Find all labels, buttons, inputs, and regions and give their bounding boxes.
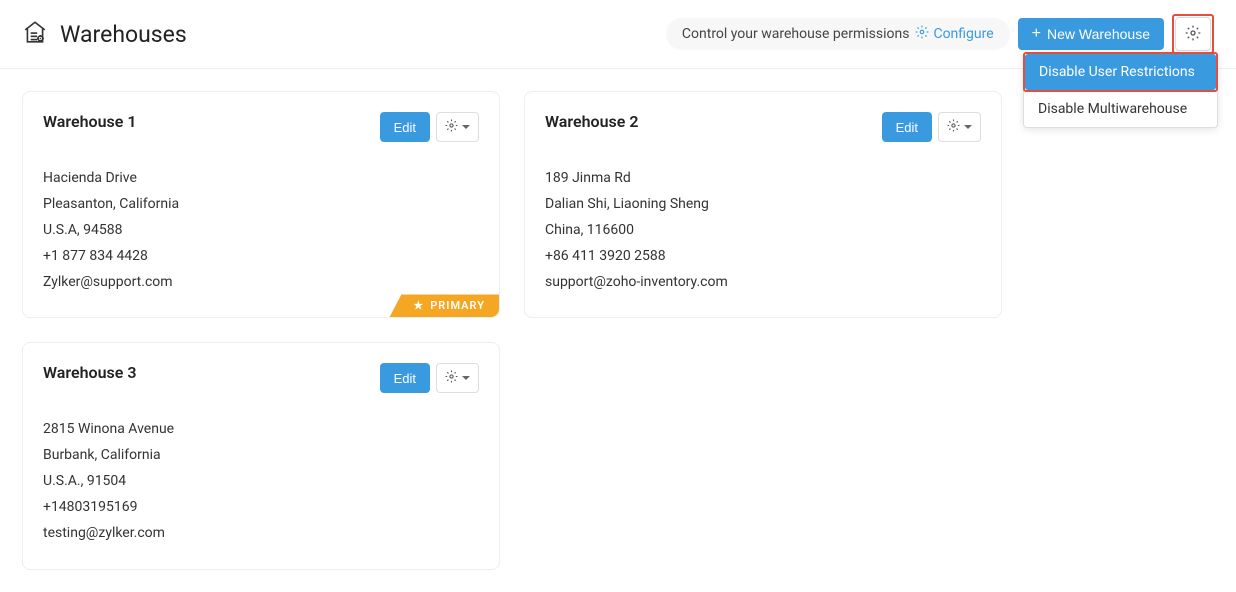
warehouse-email: support@zoho-inventory.com <box>545 270 981 296</box>
warehouse-phone: +14803195169 <box>43 495 479 521</box>
star-icon: ★ <box>413 299 424 312</box>
header-left: Warehouses <box>22 19 187 49</box>
warehouse-street: 2815 Winona Avenue <box>43 417 479 443</box>
gear-icon <box>445 370 458 386</box>
new-warehouse-button[interactable]: + New Warehouse <box>1018 18 1164 50</box>
warehouse-country: China, 116600 <box>545 218 981 244</box>
gear-icon <box>1185 25 1201 44</box>
warehouse-name: Warehouse 2 <box>545 112 638 131</box>
edit-button[interactable]: Edit <box>882 112 932 142</box>
warehouse-street: Hacienda Drive <box>43 166 479 192</box>
warehouse-icon <box>22 19 48 49</box>
warehouse-phone: +86 411 3920 2588 <box>545 244 981 270</box>
warehouse-city: Dalian Shi, Liaoning Sheng <box>545 192 981 218</box>
more-button[interactable] <box>436 112 479 142</box>
card-header: Warehouse 3 Edit <box>43 363 479 393</box>
warehouse-email: Zylker@support.com <box>43 270 479 296</box>
warehouse-country: U.S.A., 91504 <box>43 469 479 495</box>
plus-icon: + <box>1032 26 1041 42</box>
warehouse-name: Warehouse 3 <box>43 363 136 382</box>
warehouse-country: U.S.A, 94588 <box>43 218 479 244</box>
permissions-text: Control your warehouse permissions <box>682 26 910 42</box>
page-header: Warehouses Control your warehouse permis… <box>0 0 1236 69</box>
settings-dropdown: Disable User Restrictions Disable Multiw… <box>1023 52 1218 128</box>
chevron-down-icon <box>964 125 972 129</box>
warehouse-card: Warehouse 2 Edit 189 Jinma Rd Dalian Shi… <box>524 91 1002 318</box>
card-actions: Edit <box>380 363 479 393</box>
warehouse-street: 189 Jinma Rd <box>545 166 981 192</box>
warehouse-email: testing@zylker.com <box>43 521 479 547</box>
card-actions: Edit <box>380 112 479 142</box>
card-actions: Edit <box>882 112 981 142</box>
header-right: Control your warehouse permissions Confi… <box>666 14 1214 54</box>
gear-icon <box>915 25 929 43</box>
configure-link[interactable]: Configure <box>915 25 993 43</box>
content-area: Warehouse 1 Edit Hacienda Drive Pleasant… <box>0 69 1236 592</box>
warehouse-phone: +1 877 834 4428 <box>43 244 479 270</box>
configure-label: Configure <box>933 26 993 42</box>
more-button[interactable] <box>436 363 479 393</box>
card-body: 2815 Winona Avenue Burbank, California U… <box>43 417 479 546</box>
edit-button[interactable]: Edit <box>380 112 430 142</box>
disable-multiwarehouse-item[interactable]: Disable Multiwarehouse <box>1024 91 1217 127</box>
settings-button[interactable] <box>1175 17 1211 51</box>
more-button[interactable] <box>938 112 981 142</box>
chevron-down-icon <box>462 376 470 380</box>
edit-button[interactable]: Edit <box>380 363 430 393</box>
card-body: Hacienda Drive Pleasanton, California U.… <box>43 166 479 295</box>
chevron-down-icon <box>462 125 470 129</box>
warehouse-city: Burbank, California <box>43 443 479 469</box>
gear-icon <box>947 119 960 135</box>
warehouse-card: Warehouse 3 Edit 2815 Winona Avenue Burb… <box>22 342 500 569</box>
primary-label: PRIMARY <box>430 299 485 312</box>
disable-user-restrictions-item[interactable]: Disable User Restrictions <box>1025 54 1216 90</box>
permissions-bar: Control your warehouse permissions Confi… <box>666 18 1010 50</box>
warehouse-card: Warehouse 1 Edit Hacienda Drive Pleasant… <box>22 91 500 318</box>
page-title: Warehouses <box>60 21 187 48</box>
card-body: 189 Jinma Rd Dalian Shi, Liaoning Sheng … <box>545 166 981 295</box>
warehouse-name: Warehouse 1 <box>43 112 136 131</box>
card-header: Warehouse 1 Edit <box>43 112 479 142</box>
new-warehouse-label: New Warehouse <box>1047 26 1150 42</box>
card-header: Warehouse 2 Edit <box>545 112 981 142</box>
primary-badge: ★ PRIMARY <box>389 294 499 317</box>
dropdown-highlight: Disable User Restrictions <box>1023 52 1218 92</box>
warehouse-city: Pleasanton, California <box>43 192 479 218</box>
gear-icon <box>445 119 458 135</box>
settings-highlight <box>1172 14 1214 54</box>
